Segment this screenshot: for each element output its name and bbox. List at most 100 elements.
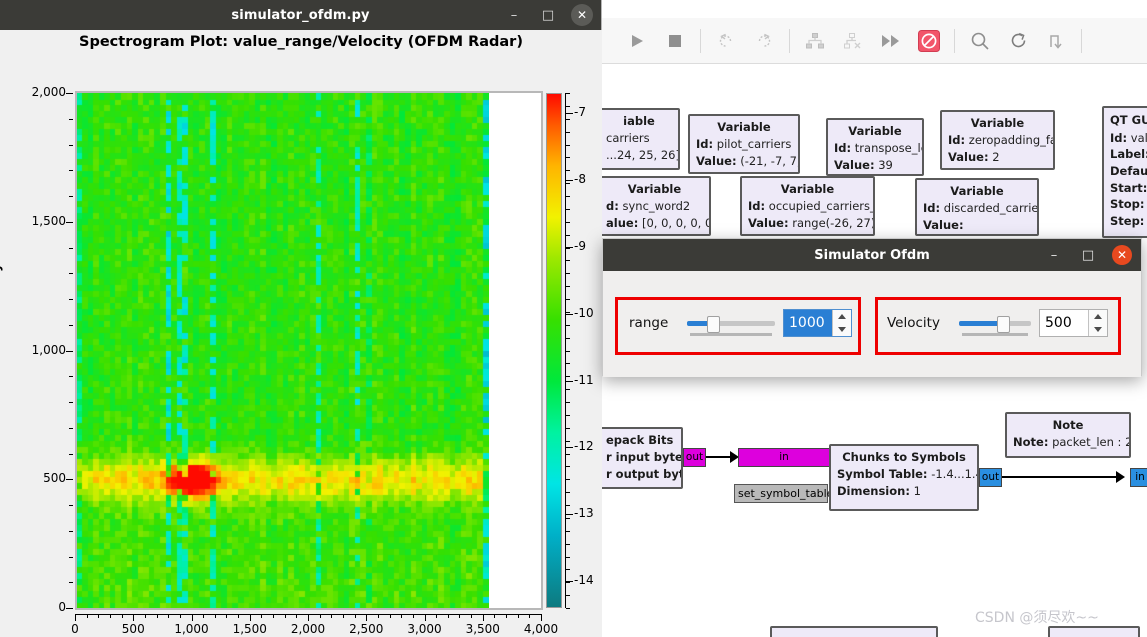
chunks-to-symbols-block[interactable]: Chunks to Symbols Symbol Table: -1.4...1… [829,444,979,511]
y-tick-label: 1,500 [31,213,66,228]
y-tick-label: 1,000 [31,342,66,357]
colorbar-minor-tick [566,595,570,597]
run-button[interactable] [618,22,656,60]
reload-button[interactable] [999,22,1037,60]
y-tick-mark [66,479,73,481]
remove-hier-button[interactable] [834,22,872,60]
maximize-icon[interactable]: □ [1078,245,1098,265]
block-title: Variable [717,120,771,134]
y-tick-label: 2,000 [31,85,66,99]
colorbar-tick-label: -14 [574,573,594,588]
slider-handle[interactable] [997,316,1010,333]
variable-block-discarded-carriers[interactable]: Variable Id: discarded_carriers Value: [915,178,1039,236]
velocity-stepper[interactable] [1088,310,1107,336]
qt-gui-range-block[interactable]: QT GU Id: value Label: ra Default V Star… [1102,106,1147,238]
y-tick-mark [66,221,73,223]
block-row: Label: ra [1110,147,1147,162]
variable-block-pilot-carriers[interactable]: Variable Id: pilot_carriers Value: (-21,… [688,114,800,174]
redo-button[interactable] [745,22,783,60]
colorbar-tick-mark [566,179,573,181]
connection-line [1002,476,1120,478]
repack-out-port[interactable]: out [683,448,706,467]
plot-window-titlebar: simulator_ofdm.py – □ ✕ [0,0,601,30]
colorbar-minor-tick [566,376,570,378]
stepper-down-icon[interactable] [1094,327,1102,332]
toolbar-divider [700,28,701,53]
find-button[interactable] [961,22,999,60]
velocity-value[interactable]: 500 [1040,310,1088,336]
variable-block-transpose-len[interactable]: Variable Id: transpose_len Value: 39 [826,118,924,176]
colorbar-minor-tick [566,131,570,133]
colorbar-minor-tick [566,363,570,365]
range-slider[interactable] [687,310,775,336]
block-row: Value: [923,217,964,232]
undo-button[interactable] [707,22,745,60]
colorbar-minor-tick [566,427,570,429]
velocity-slider[interactable] [959,310,1031,336]
variable-block-sync-word2[interactable]: Variable d: sync_word2 alue: [0, 0, 0, 0… [598,176,711,236]
colorbar-minor-tick [566,196,570,197]
colorbar-minor-tick [566,183,570,185]
colorbar-tick-label: -7 [574,105,586,120]
stepper-up-icon[interactable] [838,314,846,319]
disable-button[interactable] [910,22,948,60]
x-tick-mark [133,614,135,621]
colorbar-tick-label: -11 [574,372,594,387]
kill-button[interactable] [656,22,694,60]
colorbar-minor-tick [566,389,570,391]
block-title: Variable [780,182,835,196]
block-row: Id: value [1110,130,1147,145]
variable-block-zeropadding-fac[interactable]: Variable Id: zeropadding_fac Value: 2 [940,110,1055,170]
create-hier-button[interactable] [796,22,834,60]
set-symbol-table-msg-port[interactable]: set_symbol_table [734,484,833,503]
repack-bits-block[interactable]: epack Bits r input byte: 8 r output byte… [598,427,683,489]
dialog-title: Simulator Ofdm [814,247,930,263]
colorbar-tick-mark [566,447,573,449]
velocity-spinbox[interactable]: 500 [1039,309,1108,337]
colorbar-minor-tick [566,170,570,172]
partial-block-bottom-left[interactable] [770,626,938,637]
dialog-window-controls: – □ ✕ [1044,239,1132,271]
minimize-icon[interactable]: – [1044,245,1064,265]
y-minor-tick [69,453,73,455]
colorbar-minor-tick [566,350,570,352]
stepper-down-icon[interactable] [838,327,846,332]
close-icon[interactable]: ✕ [571,4,593,26]
range-spinbox[interactable]: 1000 [783,309,852,337]
range-control: range 1000 [629,309,852,337]
y-minor-tick [69,247,73,249]
colorbar-tick-mark [566,380,573,382]
x-tick-label: 0 [71,622,79,636]
y-minor-tick [69,196,73,197]
close-icon[interactable]: ✕ [1112,245,1132,265]
colorbar-tick-label: -12 [574,439,594,454]
variable-block-carriers[interactable]: iable carriers ...24, 25, 26] [598,108,680,170]
partial-block-bottom-right[interactable] [1048,626,1140,637]
next-in-port[interactable]: in [1130,468,1147,487]
heatmap-axes[interactable] [75,91,543,610]
y-axis-label: Velocity [0,263,4,322]
toolbar-divider [954,28,955,53]
range-stepper[interactable] [832,310,851,336]
x-axis-line [75,614,542,615]
maximize-icon[interactable]: □ [537,4,559,26]
execute-button[interactable] [872,22,910,60]
variable-block-occupied-carriers-all[interactable]: Variable Id: occupied_carriers_all Value… [740,176,875,236]
y-minor-tick [69,427,73,429]
colorbar-minor-tick [566,402,570,403]
slider-ticks [690,333,772,336]
range-value[interactable]: 1000 [784,310,832,336]
minimize-icon[interactable]: – [503,4,525,26]
enter-hier-button[interactable] [1037,22,1075,60]
block-row: Value: 39 [834,157,893,172]
slider-handle[interactable] [707,316,720,333]
x-tick-label: 2,500 [349,622,384,636]
note-block[interactable]: Note Note: packet_len : 2048 [1005,412,1131,458]
chunks-out-port[interactable]: out [979,468,1002,487]
chunks-in-port[interactable]: in [738,448,830,467]
colorbar-minor-tick [566,414,570,416]
colorbar-minor-tick [566,105,570,107]
watermark: CSDN @须尽欢~~ [975,610,1099,626]
block-title: Variable [950,184,1004,198]
stepper-up-icon[interactable] [1094,314,1102,319]
